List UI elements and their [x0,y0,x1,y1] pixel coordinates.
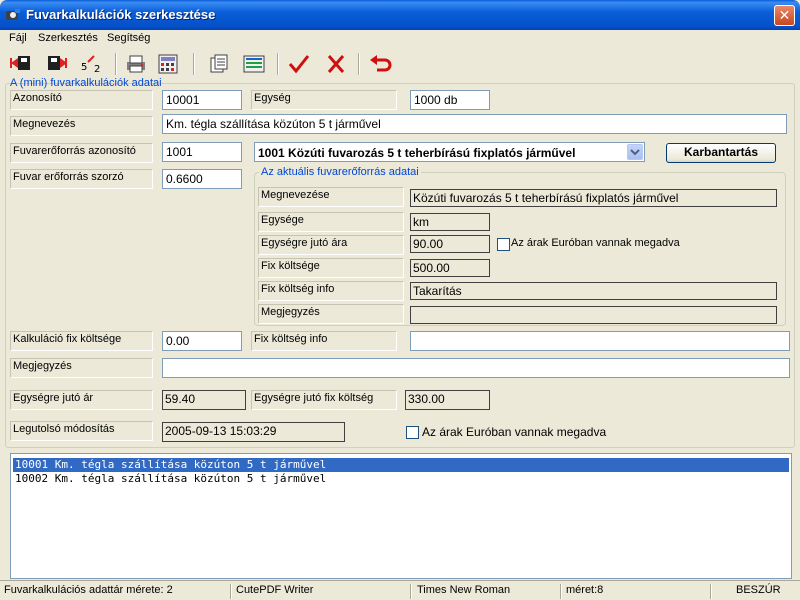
egysegre-juto-ar-label: Egységre jutó ár [10,390,153,410]
fuvareroforras-select-value: 1001 Közúti fuvarozás 5 t teherbírású fi… [258,146,576,160]
megnevezes-label: Megnevezés [10,116,153,136]
fix-koltseg-label: Kalkuláció fix költsége [10,331,153,351]
close-icon: ✕ [778,7,791,23]
status-font-size: méret:8 [566,584,604,596]
goto-record-button[interactable]: 5 2 [79,52,105,76]
megjegyzes-input[interactable] [162,358,790,378]
group-megnevezese-label: Megnevezése [258,187,404,207]
fuvareroforras-azonosito-label: Fuvarerőforrás azonosító [10,143,153,163]
megnevezes-input[interactable]: Km. tégla szállítása közúton 5 t járműve… [162,114,787,134]
chevron-down-icon [630,149,640,156]
copy-button[interactable] [206,52,232,76]
group-egysegre-juto-ara-value: 90.00 [410,235,490,253]
euro-checkbox-label: Az árak Euróban vannak megadva [422,425,607,439]
svg-text:2: 2 [94,64,100,75]
group-egysegre-juto-ara-label: Egységre jutó ára [258,235,404,255]
menu-fajl[interactable]: Fájl [9,32,27,44]
accept-button[interactable] [286,52,312,76]
close-button[interactable]: ✕ [774,5,795,26]
legutolso-label: Legutolsó módosítás [10,421,153,441]
menu-segitseg[interactable]: Segítség [107,32,150,44]
karbantartas-button[interactable]: Karbantartás [666,143,776,163]
cancel-button[interactable] [323,52,349,76]
toolbar-separator [277,53,279,75]
group-megnevezese-value: Közúti fuvarozás 5 t teherbírású fixplat… [410,189,777,207]
first-record-icon [10,56,30,70]
toolbar-separator [115,53,117,75]
menu-szerkesztes[interactable]: Szerkesztés [38,32,98,44]
status-insert-mode: BESZÚR [736,584,781,596]
legutolso-value: 2005-09-13 15:03:29 [162,422,345,442]
app-icon [6,9,20,20]
list-view-button[interactable] [241,52,267,76]
list-item[interactable]: 10001 Km. tégla szállítása közúton 5 t j… [13,458,789,472]
status-adattar-meret: Fuvarkalkulációs adattár mérete: 2 [4,584,173,596]
egyseg-input[interactable]: 1000 db [410,90,490,110]
group-fix-koltseg-info-label: Fix költség info [258,281,404,301]
egysegre-juto-fix-label: Egységre jutó fix költség [251,390,397,410]
group-fix-koltsege-label: Fix költsége [258,258,404,278]
status-divider [410,584,412,599]
egysegre-juto-fix-value: 330.00 [405,390,490,410]
group-egysege-value: km [410,213,490,231]
euro-checkbox[interactable] [406,426,419,439]
window-title: Fuvarkalkulációk szerkesztése [26,7,216,22]
szorzo-input[interactable]: 0.6600 [162,169,242,189]
undo-icon [370,55,392,72]
calculator-icon [158,54,178,74]
toolbar: 5 2 [3,50,797,78]
status-printer: CutePDF Writer [236,584,314,596]
calculator-button[interactable] [155,52,181,76]
copy-icon [210,54,228,73]
group-megjegyzes-value [410,306,777,324]
egyseg-label: Egység [251,90,397,110]
fix-koltseg-input[interactable]: 0.00 [162,331,242,351]
menu-bar: Fájl Szerkesztés Segítség [3,30,797,48]
svg-text:5: 5 [81,62,87,73]
group-egysege-label: Egysége [258,212,404,232]
azonosito-input[interactable]: 10001 [162,90,242,110]
list-item[interactable]: 10002 Km. tégla szállítása közúton 5 t j… [13,472,328,486]
megjegyzes-label: Megjegyzés [10,358,153,378]
kalkulacio-list[interactable]: 10001 Km. tégla szállítása közúton 5 t j… [10,453,792,579]
fuvareroforras-select[interactable]: 1001 Közúti fuvarozás 5 t teherbírású fi… [254,142,645,162]
toolbar-separator [193,53,195,75]
first-record-button[interactable] [9,52,35,76]
last-record-icon [48,56,67,70]
goto-record-icon: 5 2 [81,55,100,75]
status-font: Times New Roman [417,584,511,596]
list-view-icon [243,55,265,73]
toolbar-separator [358,53,360,75]
group-fix-koltsege-value: 500.00 [410,259,490,277]
cross-icon [327,55,345,73]
group-megjegyzes-label: Megjegyzés [258,304,404,324]
last-record-button[interactable] [43,52,69,76]
azonosito-label: Azonosító [10,90,153,110]
egysegre-juto-ar-value: 59.40 [162,390,246,410]
fuvareroforras-azonosito-input[interactable]: 1001 [162,142,242,162]
group-fix-koltseg-info-value: Takarítás [410,282,777,300]
dropdown-button[interactable] [627,144,643,160]
group-euro-checkbox[interactable] [497,238,510,251]
group-euro-checkbox-label: Az árak Euróban vannak megadva [511,237,680,249]
status-bar: Fuvarkalkulációs adattár mérete: 2 CuteP… [0,580,800,600]
checkmark-icon [288,55,310,74]
printer-icon [127,55,145,73]
print-button[interactable] [123,52,149,76]
fix-koltseg-info-label: Fix költség info [251,331,397,351]
group-title: Az aktuális fuvarerőforrás adatai [259,166,421,178]
undo-button[interactable] [367,52,393,76]
title-bar[interactable]: Fuvarkalkulációk szerkesztése ✕ [0,0,800,30]
section-title: A (mini) fuvarkalkulációk adatai [10,77,162,89]
szorzo-label: Fuvar erőforrás szorzó [10,169,153,189]
status-divider [710,584,712,599]
fix-koltseg-info-input[interactable] [410,331,790,351]
